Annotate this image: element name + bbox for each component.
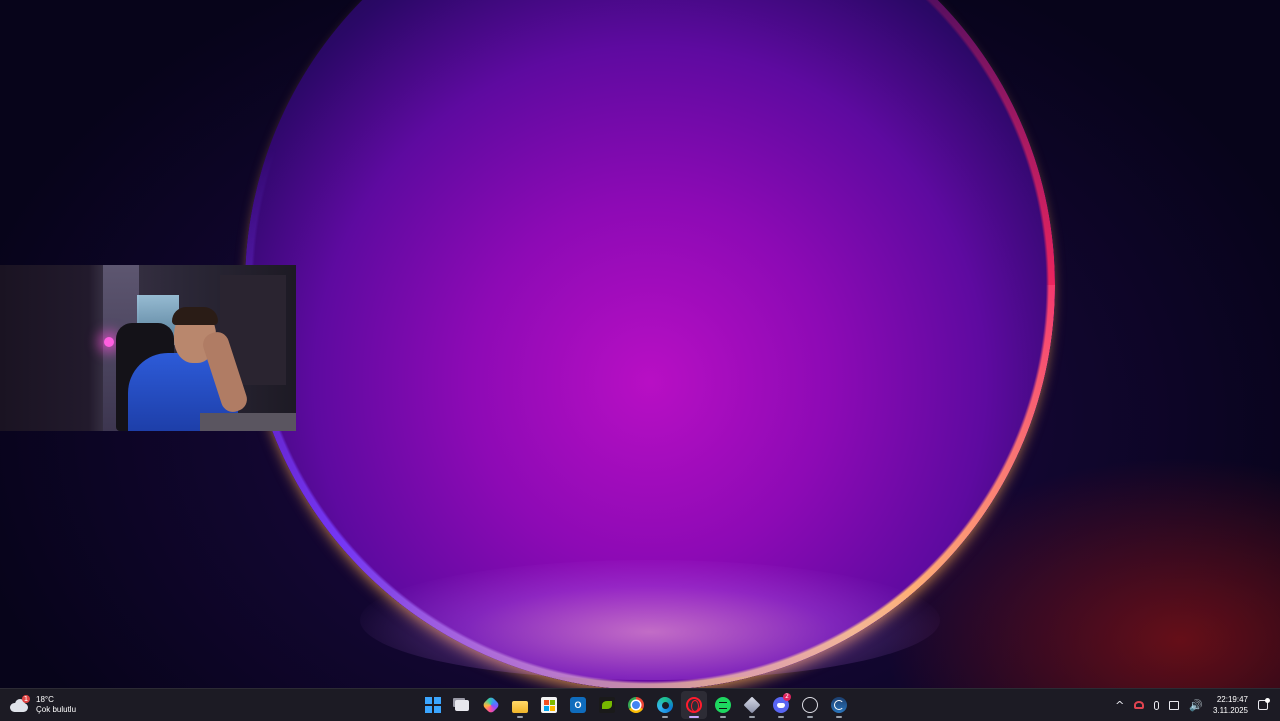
network-icon <box>1169 700 1180 710</box>
task-view-button[interactable] <box>449 691 475 719</box>
store-icon <box>541 697 557 713</box>
chrome-icon <box>628 697 644 713</box>
clock-time: 22:19:47 <box>1216 695 1248 704</box>
riot-client-button[interactable] <box>739 691 765 719</box>
spotify-icon <box>715 697 731 713</box>
hub-button[interactable] <box>797 691 823 719</box>
weather-alert-badge: 1 <box>22 695 30 703</box>
taskbar-apps: O 2 <box>420 691 852 719</box>
system-tray: ^ 🔊 22:19:47 3.11.2025 <box>1115 689 1270 721</box>
taskbar: 1 18°C Çok bulutlu O 2 ^ 🔊 22:19:47 3.11… <box>0 688 1280 721</box>
weather-condition: Çok bulutlu <box>36 705 77 714</box>
webcam-desk <box>200 413 296 431</box>
edge-button[interactable] <box>652 691 678 719</box>
folder-icon <box>512 700 528 713</box>
start-button[interactable] <box>420 691 446 719</box>
windows-start-icon <box>425 697 441 713</box>
webcam-pink-light <box>104 337 114 347</box>
opera-icon <box>686 697 702 713</box>
opera-gx-button[interactable] <box>681 691 707 719</box>
copilot-icon <box>481 695 501 715</box>
desktop-wallpaper <box>0 0 1280 688</box>
discord-button[interactable]: 2 <box>768 691 794 719</box>
hub-icon <box>802 697 818 713</box>
outlook-icon: O <box>570 697 586 713</box>
red-app-icon <box>1134 701 1145 709</box>
weather-widget[interactable]: 1 18°C Çok bulutlu <box>10 689 76 721</box>
network-tray[interactable] <box>1169 700 1180 710</box>
microsoft-store-button[interactable] <box>536 691 562 719</box>
microphone-icon <box>1154 700 1160 710</box>
steam-button[interactable] <box>826 691 852 719</box>
notification-bell-icon <box>1258 698 1270 710</box>
nvidia-icon <box>599 697 615 713</box>
riot-icon <box>743 696 761 714</box>
edge-icon <box>657 697 673 713</box>
outlook-button[interactable]: O <box>565 691 591 719</box>
volume-tray[interactable]: 🔊 <box>1189 699 1203 712</box>
wallpaper-orb-glow <box>360 560 940 680</box>
chrome-button[interactable] <box>623 691 649 719</box>
show-hidden-icons-chevron[interactable]: ^ <box>1115 699 1124 712</box>
app-tray-icon[interactable] <box>1134 701 1145 709</box>
cloudy-weather-icon: 1 <box>10 695 30 713</box>
clock-date[interactable]: 22:19:47 3.11.2025 <box>1213 694 1248 716</box>
weather-temperature: 18°C <box>36 695 54 704</box>
notification-center-button[interactable] <box>1258 698 1270 710</box>
clock-date-text: 3.11.2025 <box>1213 706 1248 715</box>
copilot-button[interactable] <box>478 691 504 719</box>
webcam-overlay <box>0 265 296 431</box>
spotify-button[interactable] <box>710 691 736 719</box>
task-view-icon <box>455 699 469 711</box>
nvidia-button[interactable] <box>594 691 620 719</box>
discord-notification-badge: 2 <box>783 693 791 701</box>
steam-icon <box>831 697 847 713</box>
file-explorer-button[interactable] <box>507 691 533 719</box>
microphone-tray[interactable] <box>1154 700 1160 710</box>
webcam-person-hair <box>172 307 218 325</box>
